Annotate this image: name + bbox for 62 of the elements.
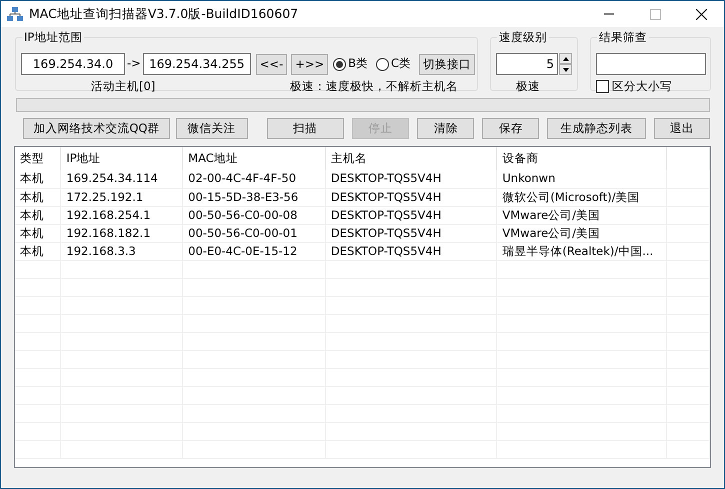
table-cell: 本机 (20, 171, 44, 186)
table-cell: 瑞昱半导体(Realtek)/中国... (502, 244, 654, 258)
table-cell: 本机 (20, 226, 44, 240)
table-cell: DESKTOP-TQS5V4H (330, 171, 442, 186)
table-cell: 192.168.182.1 (66, 226, 151, 240)
table-cell: DESKTOP-TQS5V4H (330, 190, 442, 204)
table-cell: 172.25.192.1 (66, 190, 144, 204)
column-header[interactable]: 主机名 (330, 150, 367, 165)
class-radio[interactable]: B类 (333, 55, 368, 73)
join-group-button[interactable]: 加入网络技术交流QQ群 (23, 118, 170, 139)
group-title: 速度级别 (497, 29, 549, 45)
case-sensitive-checkbox[interactable]: 区分大小写 (596, 78, 705, 96)
speed-caption: 极速 (516, 79, 540, 93)
table-cell: DESKTOP-TQS5V4H (330, 226, 442, 240)
speed-level-field[interactable]: 5 (496, 53, 558, 75)
table-cell: Unkonwn (502, 171, 556, 186)
next-range-button[interactable]: +>> (291, 54, 328, 74)
column-header[interactable]: 设备商 (502, 150, 538, 165)
window-title: MAC地址查询扫描器V3.7.0版-BuildID160607 (29, 4, 298, 23)
table-cell: 本机 (20, 244, 44, 258)
exit-button[interactable]: 退出 (654, 118, 710, 139)
group-title: 结果筛查 (597, 29, 649, 45)
switch-interface-button[interactable]: 切换接口 (419, 54, 476, 74)
table-cell: 微软公司(Microsoft)/美国 (502, 190, 640, 204)
up-triangle-icon (562, 56, 568, 60)
column-header[interactable]: MAC地址 (188, 150, 238, 165)
table-cell: 本机 (20, 208, 44, 222)
table-cell: VMware公司/美国 (502, 208, 600, 222)
clear-button[interactable]: 清除 (417, 118, 474, 139)
previous-range-button[interactable]: <<- (256, 54, 288, 74)
wechat-follow-button[interactable]: 微信关注 (176, 118, 248, 139)
column-header[interactable]: IP地址 (66, 150, 101, 165)
class-radio[interactable]: C类 (376, 55, 412, 73)
table-cell: 192.168.254.1 (66, 208, 151, 222)
table-cell: 本机 (20, 190, 44, 204)
table-cell: 00-50-56-C0-00-08 (188, 208, 298, 222)
range-arrow: -> (127, 55, 141, 72)
table-cell: DESKTOP-TQS5V4H (330, 208, 442, 222)
start-ip-field[interactable]: 169.254.34.0 (21, 53, 125, 75)
active-hosts-label: 活动主机[0] (91, 78, 156, 95)
scan-button[interactable]: 扫描 (266, 118, 344, 139)
table-cell: 192.168.3.3 (66, 244, 136, 258)
end-ip-field[interactable]: 169.254.34.255 (142, 53, 251, 75)
network-icon (7, 6, 23, 22)
speed-note: 极速：速度极快，不解析主机名 (290, 78, 458, 95)
table-cell: 00-E0-4C-0E-15-12 (188, 244, 298, 258)
table-cell: DESKTOP-TQS5V4H (330, 244, 442, 258)
spin-down-button[interactable] (559, 64, 572, 75)
group-title: IP地址范围 (22, 29, 84, 45)
close-icon (696, 8, 706, 20)
save-button[interactable]: 保存 (482, 118, 540, 139)
maximize-icon (650, 8, 660, 20)
table-cell: 02-00-4C-4F-4F-50 (188, 171, 296, 186)
table-cell: 00-15-5D-38-E3-56 (188, 190, 298, 204)
column-header[interactable]: 类型 (20, 150, 44, 165)
spin-up-button[interactable] (559, 53, 572, 64)
filter-field[interactable] (596, 53, 706, 75)
table-cell: 00-50-56-C0-00-01 (188, 226, 298, 240)
down-triangle-icon (562, 68, 568, 72)
generate-list-button[interactable]: 生成静态列表 (547, 118, 646, 139)
table-cell: VMware公司/美国 (502, 226, 600, 240)
table-cell: 169.254.34.114 (66, 171, 158, 186)
